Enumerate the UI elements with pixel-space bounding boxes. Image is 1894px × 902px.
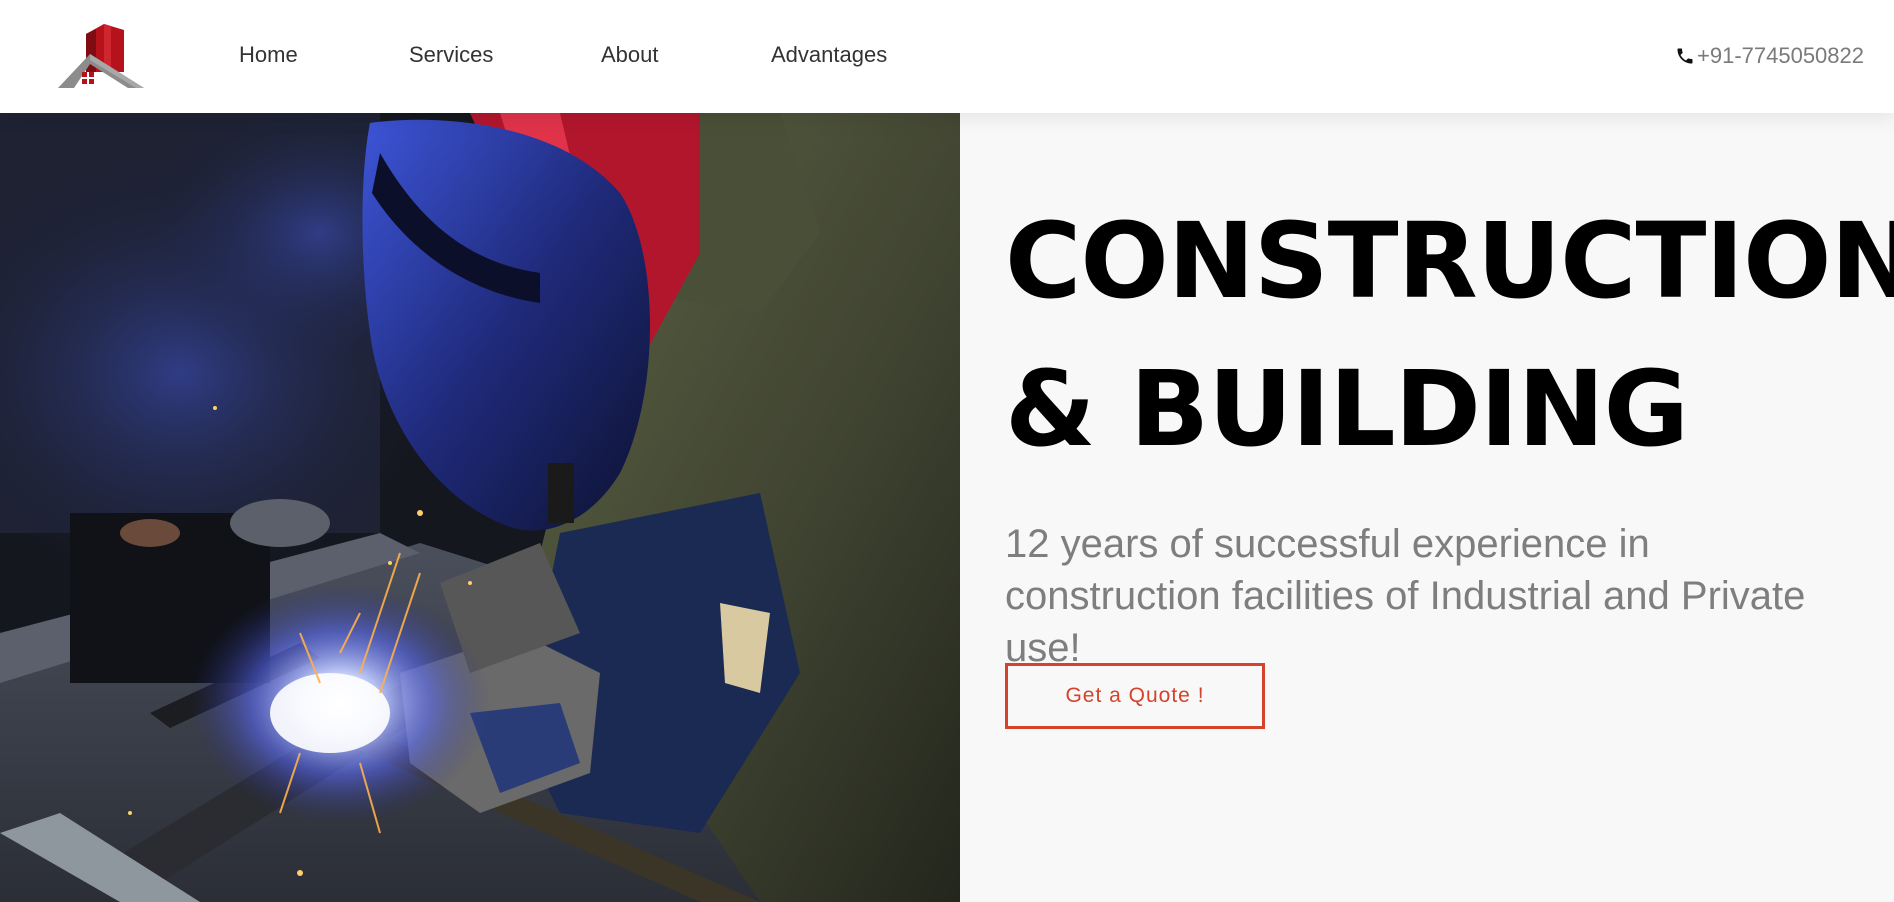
hero-subtext: 12 years of successful experience in con… <box>1005 522 1806 670</box>
house-building-logo-icon <box>58 24 144 88</box>
hero-headline: CONSTRUCTION & BUILDING <box>1005 187 1894 483</box>
nav-advantages[interactable]: Advantages <box>771 42 887 68</box>
headline-line-1: CONSTRUCTION <box>1005 200 1894 322</box>
nav-about[interactable]: About <box>601 42 659 68</box>
hero-content: CONSTRUCTION & BUILDING 12 years of succ… <box>960 113 1894 902</box>
phone-link[interactable]: +91-7745050822 <box>1675 43 1864 69</box>
phone-icon <box>1677 48 1693 64</box>
hero-photo <box>0 113 960 902</box>
welder-photo-illustration <box>0 113 960 902</box>
nav-home[interactable]: Home <box>239 42 298 68</box>
site-header: Home Services About Advantages +91-77450… <box>0 0 1894 113</box>
logo-icon[interactable] <box>56 20 146 92</box>
phone-number: +91-7745050822 <box>1697 43 1864 68</box>
nav-services[interactable]: Services <box>409 42 493 68</box>
headline-line-2: & BUILDING <box>1005 348 1689 470</box>
get-quote-button[interactable]: Get a Quote ! <box>1005 663 1265 729</box>
